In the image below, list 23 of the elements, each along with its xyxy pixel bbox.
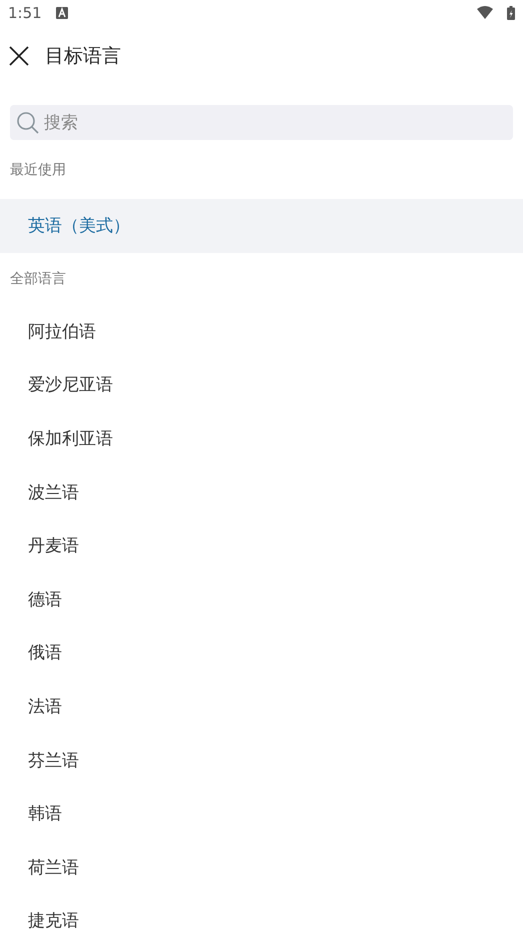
language-item[interactable]: 法语 <box>0 680 523 734</box>
language-item[interactable]: 芬兰语 <box>0 733 523 787</box>
language-item[interactable]: 阿拉伯语 <box>0 304 523 358</box>
close-icon[interactable] <box>9 46 29 66</box>
language-item[interactable]: 俄语 <box>0 626 523 680</box>
language-item[interactable]: 爱沙尼亚语 <box>0 358 523 412</box>
language-item[interactable]: 波兰语 <box>0 465 523 519</box>
language-item[interactable]: 德语 <box>0 572 523 626</box>
language-item[interactable]: 捷克语 <box>0 894 523 946</box>
search-field[interactable]: 搜索 <box>10 105 513 140</box>
language-item[interactable]: 丹麦语 <box>0 518 523 573</box>
page-title: 目标语言 <box>45 44 121 69</box>
battery-icon <box>507 6 515 20</box>
keyboard-notification-icon <box>56 6 68 18</box>
language-item[interactable]: 荷兰语 <box>0 840 523 894</box>
language-item[interactable]: 英语（美式） <box>0 199 523 253</box>
status-time: 1:51 <box>8 4 42 22</box>
section-heading: 全部语言 <box>10 270 66 288</box>
wifi-icon <box>477 6 493 19</box>
section-heading: 最近使用 <box>10 160 66 178</box>
language-item[interactable]: 韩语 <box>0 786 523 841</box>
language-item[interactable]: 保加利亚语 <box>0 412 523 466</box>
search-icon <box>16 110 40 134</box>
